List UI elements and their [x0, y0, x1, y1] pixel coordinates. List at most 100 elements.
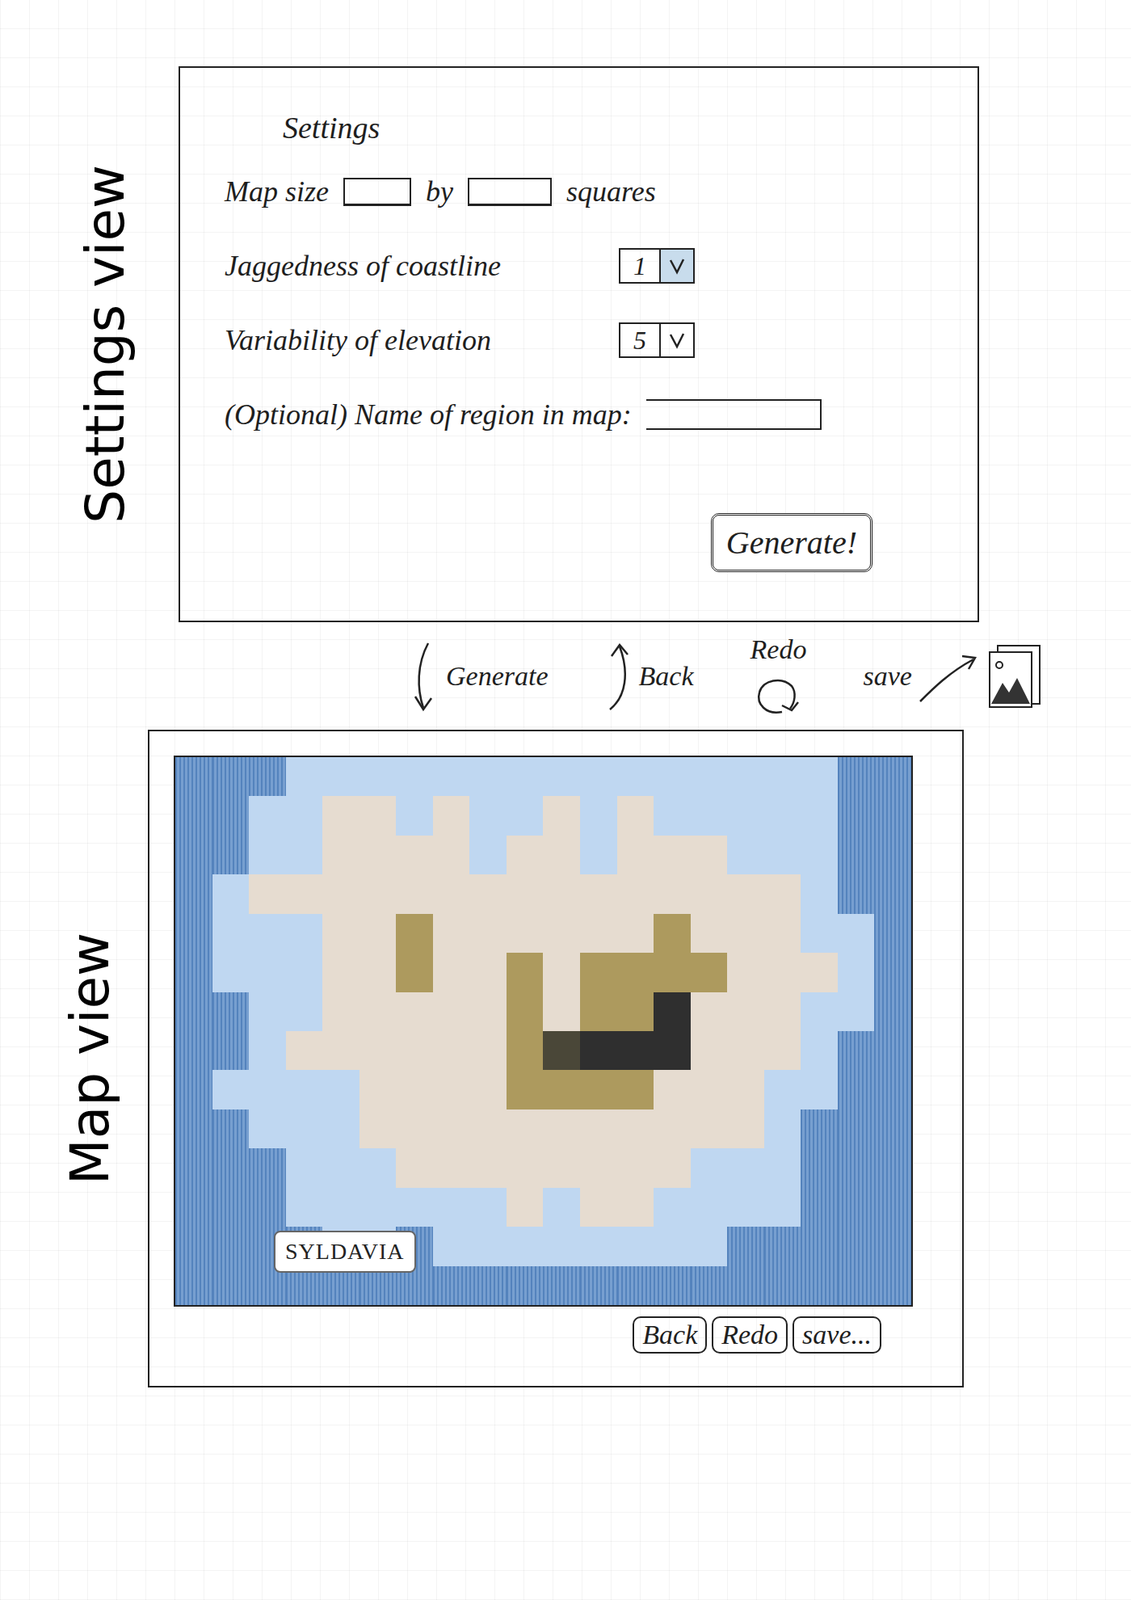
map-cell: [617, 913, 655, 953]
height-input[interactable]: [467, 177, 552, 207]
map-cell: [580, 1147, 618, 1187]
view-label: Settings view: [74, 164, 137, 524]
map-cell: [285, 1069, 324, 1109]
map-cell: [837, 1147, 875, 1187]
map-cell: [764, 1109, 802, 1148]
map-cell: [617, 1265, 655, 1305]
map-cell: [212, 1147, 250, 1187]
settings-title: Settings: [282, 109, 946, 146]
map-cell: [800, 913, 838, 953]
select[interactable]: 1: [618, 248, 695, 284]
generate-transition: Generate: [412, 639, 549, 713]
map-cell: [542, 992, 581, 1031]
map-cell: [617, 756, 655, 796]
map-cell: [800, 835, 838, 875]
map-cell: [212, 1265, 250, 1305]
map-cell: [322, 795, 360, 835]
map-cell: [653, 1226, 691, 1266]
region-input[interactable]: [646, 399, 822, 430]
map-cell: [837, 1226, 875, 1266]
map-cell: [837, 913, 875, 953]
picture-icon: [986, 642, 1043, 711]
map-cell: [175, 1226, 213, 1266]
map-cell: [764, 1226, 802, 1266]
map-cell: [506, 1226, 544, 1266]
map-cell: [285, 1109, 324, 1148]
map-cell: [800, 1147, 838, 1187]
map-cell: [285, 835, 324, 875]
map-cell: [580, 1030, 618, 1070]
map-cell: [285, 952, 324, 992]
map-cell: [617, 1147, 655, 1187]
map-cell: [359, 1109, 397, 1148]
map-cell: [653, 835, 691, 875]
map-cell: [433, 756, 471, 796]
map-cell: [653, 1147, 691, 1187]
map-cell: [727, 1226, 765, 1266]
map-cell: [690, 1187, 728, 1227]
map-cell: [433, 952, 471, 992]
toolbar-button[interactable]: Back: [632, 1315, 707, 1354]
map-cell: [874, 952, 912, 992]
select-value: 5: [620, 323, 661, 357]
map-cell: [542, 795, 581, 835]
map-cell: [727, 1187, 765, 1227]
map-cell: [542, 874, 581, 913]
map-cell: [800, 1226, 838, 1266]
map-cell: [727, 1030, 765, 1070]
width-input[interactable]: [343, 177, 412, 207]
toolbar-button[interactable]: Redo: [711, 1315, 788, 1354]
map-cell: [800, 1069, 838, 1109]
map-cell: [764, 835, 802, 875]
select-value: 1: [620, 249, 661, 282]
page: Settings viewSettingsMap sizebysquaresJa…: [0, 0, 1131, 1600]
map-cell: [248, 1187, 286, 1227]
map-cell: [690, 992, 728, 1031]
map-cell: [433, 1030, 471, 1070]
map-cell: [800, 795, 838, 835]
map-cell: [433, 1226, 471, 1266]
map-cell: [395, 1069, 434, 1109]
select[interactable]: 5: [618, 322, 695, 358]
map-cell: [617, 874, 655, 913]
map-cell: [727, 1147, 765, 1187]
map-cell: [469, 1226, 507, 1266]
map-cell: [469, 992, 507, 1031]
view-label: Map view: [58, 932, 122, 1185]
map-cell: [433, 1069, 471, 1109]
map-cell: [580, 1069, 618, 1109]
map-cell: [469, 952, 507, 992]
map-cell: [690, 1147, 728, 1187]
map-cell: [395, 874, 434, 913]
map-cell: [212, 874, 250, 913]
map-cell: [800, 1030, 838, 1070]
map-cell: [580, 1109, 618, 1148]
map-cell: [800, 874, 838, 913]
map-cell: [395, 756, 434, 796]
map-cell: [322, 952, 360, 992]
map-cell: [690, 835, 728, 875]
map-cell: [727, 835, 765, 875]
map-cell: [617, 1187, 655, 1227]
map-cell: [764, 756, 802, 796]
map-cell: [727, 992, 765, 1031]
map-cell: [285, 913, 324, 953]
toolbar-button[interactable]: save...: [792, 1315, 882, 1354]
map-cell: [617, 1030, 655, 1070]
map-cell: [837, 1069, 875, 1109]
map-cell: [874, 835, 912, 875]
map-cell: [433, 874, 471, 913]
transition-label: Generate: [445, 660, 549, 692]
map-cell: [800, 992, 838, 1031]
map-cell: [506, 1030, 544, 1070]
map-cell: [359, 756, 397, 796]
map-cell: [690, 952, 728, 992]
redo-icon: [749, 669, 807, 719]
generate-button[interactable]: Generate!: [710, 512, 873, 572]
map-cell: [469, 913, 507, 953]
map-cell: [727, 1109, 765, 1148]
map-cell: [433, 1147, 471, 1187]
map-cell: [212, 835, 250, 875]
map-cell: [322, 1069, 360, 1109]
select-row: Variability of elevation5: [224, 311, 946, 369]
